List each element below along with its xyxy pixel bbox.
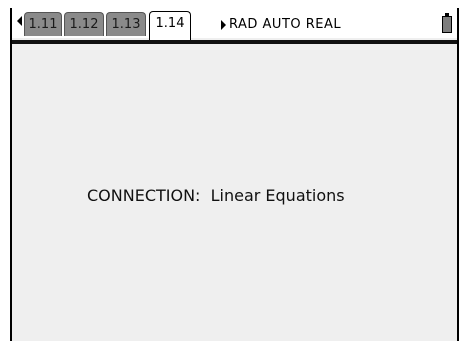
tab-1-12[interactable]: 1.12 [64,12,104,36]
tab-label: 1.12 [69,17,99,32]
mode-status: RAD AUTO REAL [229,17,342,32]
battery-icon [442,13,452,33]
page-text: CONNECTION: Linear Equations [87,186,345,205]
tab-label: 1.13 [111,17,141,32]
tab-1-14[interactable]: 1.14 [149,11,191,40]
scroll-left-arrow-icon[interactable] [17,16,22,26]
top-bar: 1.11 1.12 1.13 1.14 RAD AUTO REAL [12,8,457,40]
calculator-screen: 1.11 1.12 1.13 1.14 RAD AUTO REAL CONNEC… [10,8,459,341]
tab-1-13[interactable]: 1.13 [106,12,146,36]
tab-label: 1.14 [155,16,185,31]
scroll-right-arrow-icon[interactable] [221,20,226,30]
top-bar-divider [12,40,457,44]
tab-1-11[interactable]: 1.11 [24,12,62,36]
tab-label: 1.11 [28,17,58,32]
